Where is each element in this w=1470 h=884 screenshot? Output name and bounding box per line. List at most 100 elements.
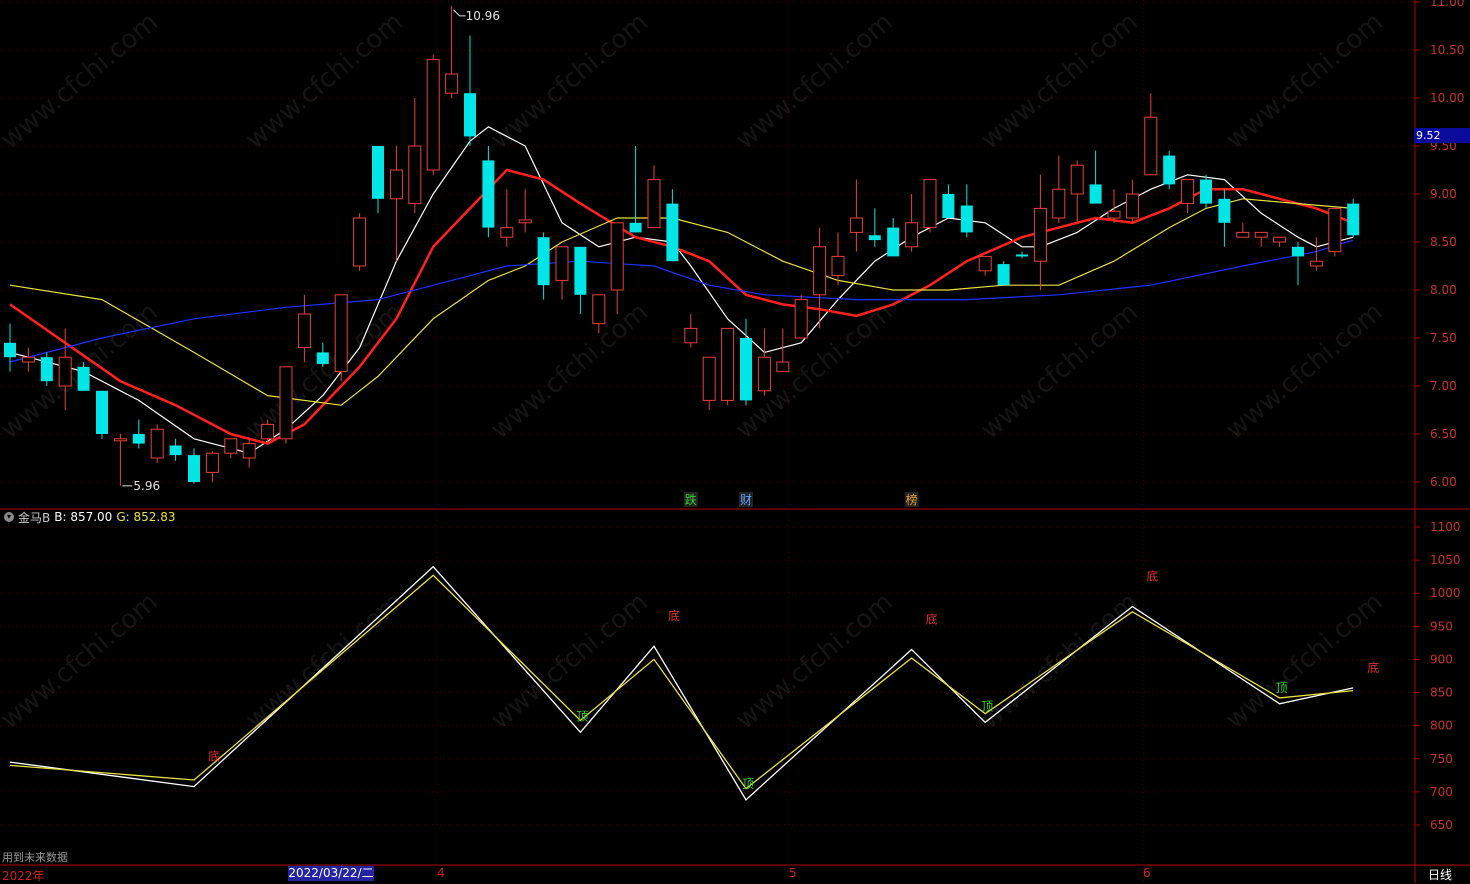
candle-body-up xyxy=(242,443,256,459)
candle-body-down xyxy=(372,146,384,199)
candle-body-up xyxy=(21,356,35,363)
candle-body-up xyxy=(426,59,440,171)
candle-body-down xyxy=(868,235,881,241)
indicator-tick-label: 900 xyxy=(1430,652,1453,666)
candle-body-up xyxy=(757,356,771,392)
watermark-text: www.cfchi.com xyxy=(0,587,164,735)
bottom-signal: 底 xyxy=(208,749,220,764)
candle-body-down xyxy=(316,352,329,364)
candlestick-layer xyxy=(4,5,1360,486)
candle-body-down xyxy=(1218,198,1231,223)
candle-body-down xyxy=(942,194,955,218)
indicator-name[interactable]: 金马B xyxy=(18,509,50,526)
low-price-label: 5.96 xyxy=(133,479,160,493)
bottom-signal: 底 xyxy=(1146,568,1158,583)
indicator-toggle-icon[interactable]: ▾ xyxy=(4,512,14,522)
candle-body-up xyxy=(776,361,790,373)
chart-canvas[interactable]: www.cfchi.com www.cfchi.com www.cfchi.com w… xyxy=(0,0,1470,883)
watermark-text: www.cfchi.com xyxy=(975,297,1144,445)
candle-body-up xyxy=(1033,207,1047,262)
candle-body-down xyxy=(960,205,973,233)
candle-body-up xyxy=(592,294,606,325)
watermark-text: www.cfchi.com xyxy=(975,587,1144,735)
ma-line-ma60 xyxy=(9,239,1354,363)
watermark-text: www.cfchi.com xyxy=(730,587,899,735)
candle-body-down xyxy=(1016,254,1028,257)
watermark-text: www.cfchi.com xyxy=(1220,7,1389,155)
candle-body-up xyxy=(500,227,514,238)
candle-body-up xyxy=(1309,260,1323,267)
month-tick: 6 xyxy=(1143,866,1151,880)
bottom-signal: 底 xyxy=(668,608,680,623)
price-tick-label: 6.50 xyxy=(1430,427,1457,441)
candle-body-down xyxy=(537,237,550,286)
price-tick-label: 10.00 xyxy=(1430,91,1464,105)
candle-body-up xyxy=(849,217,863,233)
candle-body-down xyxy=(629,222,642,233)
month-tick: 5 xyxy=(789,866,797,880)
event-marker: 跌 xyxy=(685,492,697,507)
candle-body-up xyxy=(610,222,624,291)
candle-body-up xyxy=(684,327,698,344)
moving-average-layer xyxy=(9,126,1354,454)
candle-body-down xyxy=(482,160,495,228)
candle-body-down xyxy=(997,264,1010,286)
top-signal: 顶 xyxy=(576,709,588,723)
candle-body-up xyxy=(1181,179,1195,205)
price-tick-label: 10.50 xyxy=(1430,43,1464,57)
candle-body-down xyxy=(96,390,108,434)
candle-body-up xyxy=(1144,116,1158,176)
price-tick-label: 9.00 xyxy=(1430,187,1457,201)
candle-body-up xyxy=(445,73,459,94)
indicator-layer xyxy=(9,565,1354,801)
candle-body-up xyxy=(205,452,219,473)
date-cursor-tag: 2022/03/22/二 xyxy=(288,866,374,881)
ma-line-ma10 xyxy=(9,168,1354,445)
candle-body-down xyxy=(666,203,679,262)
indicator-header: ▾ 金马B B: 857.00 G: 852.83 xyxy=(4,509,175,525)
candle-body-up xyxy=(353,217,367,267)
candle-body-down xyxy=(1163,155,1176,185)
top-signal: 顶 xyxy=(742,777,754,791)
indicator-tick-label: 1100 xyxy=(1430,520,1461,534)
candle-body-down xyxy=(1347,203,1360,236)
watermark-text: www.cfchi.com xyxy=(1220,587,1389,735)
candle-body-up xyxy=(647,179,661,229)
period-button[interactable]: 日线 xyxy=(1428,866,1452,883)
candle-body-up xyxy=(389,169,403,200)
price-tick-label: 7.50 xyxy=(1430,331,1457,345)
indicator-tick-label: 1000 xyxy=(1430,586,1461,600)
candle-body-up xyxy=(1125,193,1139,219)
candle-body-up xyxy=(1273,236,1287,243)
indicator-tick-label: 750 xyxy=(1430,752,1453,766)
candle-body-up xyxy=(1236,231,1250,238)
ma-line-ma20 xyxy=(9,198,1354,406)
candle-body-down xyxy=(1200,179,1212,204)
high-arrow xyxy=(453,9,466,17)
watermark-text: www.cfchi.com xyxy=(485,297,654,445)
candle-body-up xyxy=(721,327,735,401)
high-price-label: 10.96 xyxy=(466,9,500,23)
candle-body-up xyxy=(1070,164,1084,195)
candle-body-up xyxy=(58,356,72,387)
candle-body-up xyxy=(1052,188,1066,219)
candle-body-down xyxy=(40,357,53,382)
indicator-tick-label: 950 xyxy=(1430,619,1453,633)
candle-body-down xyxy=(740,338,752,401)
price-tick-label: 6.00 xyxy=(1430,475,1457,489)
candle-body-up xyxy=(408,145,422,205)
indicator-tick-label: 800 xyxy=(1430,719,1453,733)
candle-body-up xyxy=(702,356,716,401)
candle-body-down xyxy=(887,227,900,257)
b-value-label: B: 857.00 xyxy=(54,510,113,524)
ma-line-ma5 xyxy=(9,126,1354,454)
candle-body-down xyxy=(77,366,90,391)
watermark-text: www.cfchi.com xyxy=(1220,297,1389,445)
candle-body-down xyxy=(1292,246,1304,257)
candle-body-up xyxy=(794,299,808,339)
watermark-text: www.cfchi.com xyxy=(485,587,654,735)
candle-body-up xyxy=(978,255,992,272)
candle-body-up xyxy=(923,179,937,229)
candle-body-up xyxy=(518,219,532,224)
candle-body-up xyxy=(813,246,827,296)
